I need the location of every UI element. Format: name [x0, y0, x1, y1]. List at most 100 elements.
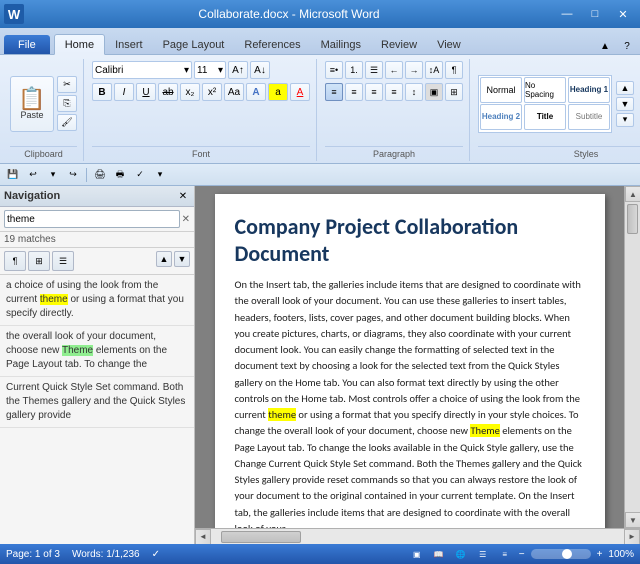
scroll-thumb[interactable]: [627, 204, 638, 234]
tab-page-layout[interactable]: Page Layout: [153, 35, 235, 54]
highlight-theme-1: theme: [40, 294, 68, 305]
print-layout-button[interactable]: ▣: [409, 547, 425, 561]
quick-print-button[interactable]: 🖶: [111, 167, 129, 183]
font-name-dropdown[interactable]: Calibri ▾: [92, 61, 192, 79]
nav-result-1[interactable]: a choice of using the look from the curr…: [0, 275, 194, 326]
styles-group: Normal No Spacing Heading 1 Heading 2 Ti…: [472, 59, 640, 161]
quick-access-toolbar: 💾 ↩ ▾ ↪ 🖨 🖶 ✓ ▾: [0, 164, 640, 186]
h-scroll-thumb[interactable]: [221, 531, 301, 543]
sort-button[interactable]: ↕A: [425, 61, 443, 79]
clipboard-label: Clipboard: [10, 146, 77, 159]
cut-button[interactable]: ✂: [57, 76, 77, 93]
nav-prev-button[interactable]: ▲: [156, 251, 172, 267]
close-button[interactable]: ✕: [610, 4, 636, 24]
nav-results-list: a choice of using the look from the curr…: [0, 275, 194, 544]
redo-button[interactable]: ↪: [64, 167, 82, 183]
italic-button[interactable]: I: [114, 83, 134, 101]
document-title: Company Project Collaboration Document: [235, 214, 587, 267]
tab-review[interactable]: Review: [371, 35, 427, 54]
decrease-font-button[interactable]: A↓: [250, 61, 270, 79]
nav-result-2[interactable]: the overall look of your document, choos…: [0, 326, 194, 377]
undo-button[interactable]: ↩: [24, 167, 42, 183]
numbering-button[interactable]: 1.: [345, 61, 363, 79]
styles-scroll-up[interactable]: ▲: [616, 81, 634, 95]
align-right-button[interactable]: ≡: [365, 83, 383, 101]
scroll-up-button[interactable]: ▲: [625, 186, 640, 202]
full-reading-button[interactable]: 📖: [431, 547, 447, 561]
clear-formatting-button[interactable]: Aa: [224, 83, 244, 101]
decrease-indent-button[interactable]: ←: [385, 61, 403, 79]
bold-button[interactable]: B: [92, 83, 112, 101]
subscript-button[interactable]: x₂: [180, 83, 200, 101]
underline-button[interactable]: U: [136, 83, 156, 101]
style-subtitle[interactable]: Subtitle: [568, 104, 610, 130]
outline-view-button[interactable]: ☰: [475, 547, 491, 561]
zoom-slider[interactable]: [531, 549, 591, 559]
bullets-button[interactable]: ≡•: [325, 61, 343, 79]
toolbar-separator: [86, 168, 87, 182]
customize-toolbar-button[interactable]: ▾: [151, 167, 169, 183]
nav-next-button[interactable]: ▼: [174, 251, 190, 267]
align-left-button[interactable]: ≡: [325, 83, 343, 101]
tab-file[interactable]: File: [4, 35, 50, 54]
styles-scroll-down[interactable]: ▼: [616, 97, 634, 111]
nav-search-input[interactable]: [4, 210, 180, 228]
nav-result-3[interactable]: Current Quick Style Set command. Both th…: [0, 377, 194, 428]
web-layout-button[interactable]: 🌐: [453, 547, 469, 561]
save-button[interactable]: 💾: [4, 167, 22, 183]
style-title[interactable]: Title: [524, 104, 566, 130]
justify-button[interactable]: ≡: [385, 83, 403, 101]
draft-view-button[interactable]: ≡: [497, 547, 513, 561]
style-heading2[interactable]: Heading 2: [480, 104, 522, 130]
tab-mailings[interactable]: Mailings: [311, 35, 371, 54]
line-spacing-button[interactable]: ↕: [405, 83, 423, 101]
collapse-ribbon-button[interactable]: ▲: [596, 38, 614, 54]
check-spelling-button[interactable]: ✓: [131, 167, 149, 183]
style-heading1[interactable]: Heading 1: [568, 77, 610, 103]
zoom-plus[interactable]: +: [597, 549, 603, 560]
increase-indent-button[interactable]: →: [405, 61, 423, 79]
print-preview-button[interactable]: 🖨: [91, 167, 109, 183]
align-center-button[interactable]: ≡: [345, 83, 363, 101]
font-size-dropdown[interactable]: 11 ▾: [194, 61, 226, 79]
show-formatting-button[interactable]: ¶: [445, 61, 463, 79]
strikethrough-button[interactable]: ab: [158, 83, 178, 101]
tab-references[interactable]: References: [234, 35, 310, 54]
multilevel-list-button[interactable]: ☰: [365, 61, 383, 79]
check-icon[interactable]: ✓: [152, 549, 160, 560]
text-effects-button[interactable]: A: [246, 83, 266, 101]
nav-results-view[interactable]: ☰: [52, 251, 74, 271]
format-painter-button[interactable]: 🖌: [57, 114, 77, 131]
highlight-button[interactable]: a: [268, 83, 288, 101]
style-no-spacing[interactable]: No Spacing: [524, 77, 566, 103]
undo-dropdown[interactable]: ▾: [44, 167, 62, 183]
nav-search-clear-button[interactable]: ✕: [182, 214, 190, 225]
tab-home[interactable]: Home: [54, 34, 105, 55]
words-info: Words: 1/1,236: [72, 549, 140, 560]
borders-button[interactable]: ⊞: [445, 83, 463, 101]
help-button[interactable]: ?: [618, 38, 636, 54]
font-size-arrow: ▾: [218, 65, 223, 76]
nav-close-button[interactable]: ✕: [176, 189, 190, 203]
nav-pages-view[interactable]: ⊞: [28, 251, 50, 271]
styles-more[interactable]: ▾: [616, 113, 634, 127]
tab-view[interactable]: View: [427, 35, 471, 54]
scroll-right-button[interactable]: ►: [624, 529, 640, 545]
paste-button[interactable]: 📋 Paste: [10, 76, 54, 132]
zoom-thumb: [562, 549, 572, 559]
font-color-button[interactable]: A: [290, 83, 310, 101]
scroll-left-button[interactable]: ◄: [195, 529, 211, 545]
shading-button[interactable]: ▣: [425, 83, 443, 101]
scroll-track: [625, 236, 640, 512]
increase-font-button[interactable]: A↑: [228, 61, 248, 79]
maximize-button[interactable]: □: [582, 4, 608, 24]
tab-insert[interactable]: Insert: [105, 35, 153, 54]
font-name-row: Calibri ▾ 11 ▾ A↑ A↓: [92, 61, 310, 79]
zoom-minus[interactable]: −: [519, 549, 525, 560]
style-normal[interactable]: Normal: [480, 77, 522, 103]
minimize-button[interactable]: —: [554, 4, 580, 24]
scroll-down-button[interactable]: ▼: [625, 512, 640, 528]
nav-headings-view[interactable]: ¶: [4, 251, 26, 271]
copy-button[interactable]: ⎘: [57, 95, 77, 112]
superscript-button[interactable]: x²: [202, 83, 222, 101]
